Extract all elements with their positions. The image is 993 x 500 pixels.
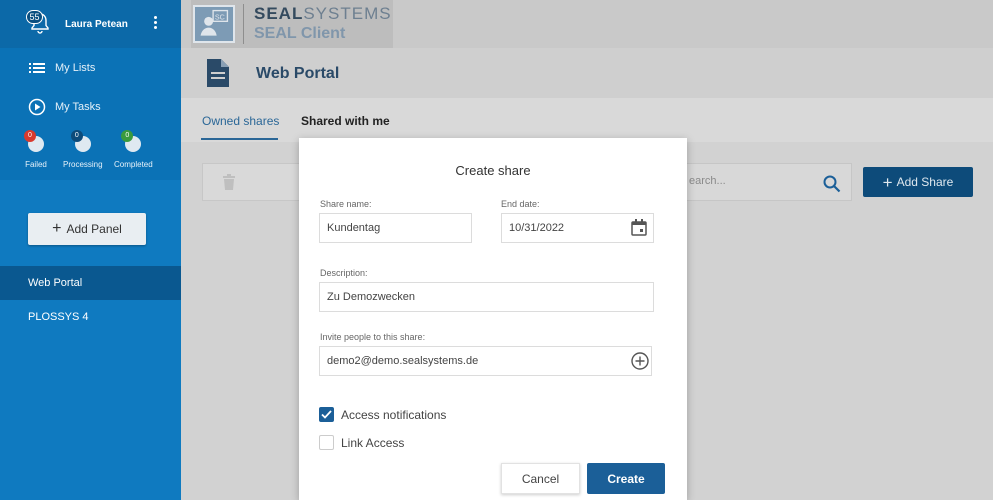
task-stat-completed[interactable]: 0 Completed	[114, 130, 153, 169]
add-panel-label: Add Panel	[66, 222, 122, 236]
more-vert-icon[interactable]	[150, 14, 160, 34]
add-panel-button[interactable]: + Add Panel	[28, 213, 146, 245]
search-placeholder: earch...	[689, 175, 726, 187]
plus-icon: +	[882, 172, 893, 192]
tab-shared-with-me[interactable]: Shared with me	[301, 114, 390, 128]
failed-status-icon: 0	[24, 130, 48, 154]
list-icon	[29, 63, 45, 73]
search-icon[interactable]	[823, 175, 841, 193]
completed-status-icon: 0	[121, 130, 145, 154]
add-share-label: Add Share	[896, 175, 954, 189]
link-access-label: Link Access	[341, 435, 405, 450]
sidebar-item-plossys-4[interactable]: PLOSSYS 4	[0, 300, 181, 334]
page-title: Web Portal	[256, 65, 340, 82]
task-stat-processing[interactable]: 0 Processing	[63, 130, 103, 169]
task-stat-label: Processing	[63, 160, 103, 169]
sidebar-item-label: My Tasks	[55, 101, 101, 113]
user-header: 55 Laura Petean	[0, 0, 181, 48]
notification-badge: 55	[26, 10, 43, 24]
link-access-checkbox[interactable]: Link Access	[319, 435, 404, 450]
sidebar-item-my-lists[interactable]: My Lists	[28, 59, 95, 77]
end-date-label: End date:	[501, 199, 540, 209]
processing-status-icon: 0	[70, 130, 95, 154]
share-name-field[interactable]	[319, 213, 472, 243]
description-field[interactable]	[319, 282, 654, 312]
user-name[interactable]: Laura Petean	[65, 19, 128, 30]
brand-name: SEALSYSTEMS	[254, 4, 392, 23]
invite-field[interactable]	[319, 346, 652, 376]
invite-label: Invite people to this share:	[320, 332, 426, 342]
description-label: Description:	[320, 268, 368, 278]
add-circle-icon[interactable]	[631, 352, 649, 370]
sidebar: 55 Laura Petean My Lists My Tasks 0 Fail…	[0, 0, 181, 500]
sidebar-item-label: My Lists	[55, 62, 96, 74]
task-stat-failed[interactable]: 0 Failed	[24, 130, 48, 169]
create-button[interactable]: Create	[587, 463, 665, 494]
create-share-dialog: Create share Share name: End date: Descr…	[299, 138, 687, 500]
calendar-icon[interactable]	[631, 219, 647, 236]
cancel-button[interactable]: Cancel	[501, 463, 580, 494]
tab-owned-shares[interactable]: Owned shares	[202, 114, 279, 128]
access-notifications-checkbox[interactable]: Access notifications	[319, 407, 446, 422]
share-name-label: Share name:	[320, 199, 372, 209]
task-stat-label: Failed	[25, 160, 47, 169]
active-tab-indicator	[201, 138, 278, 140]
play-circle-icon	[28, 98, 46, 116]
brand-product: SEAL Client	[254, 25, 346, 42]
checkbox-unchecked-icon	[319, 435, 334, 450]
document-icon	[207, 59, 229, 87]
task-stat-label: Completed	[114, 160, 153, 169]
svg-text:SC: SC	[215, 14, 225, 22]
plus-icon: +	[52, 220, 62, 237]
access-notifications-label: Access notifications	[341, 407, 447, 422]
sidebar-item-my-tasks[interactable]: My Tasks	[28, 98, 101, 116]
dialog-title: Create share	[455, 163, 531, 178]
checkbox-checked-icon	[319, 407, 334, 422]
logo-divider	[243, 4, 244, 44]
seal-logo-icon: SC	[193, 5, 235, 43]
trash-icon[interactable]	[222, 174, 236, 190]
bulk-actions-box	[202, 163, 300, 201]
sidebar-item-web-portal[interactable]: Web Portal	[0, 266, 181, 300]
add-share-button[interactable]: + Add Share	[863, 167, 973, 197]
